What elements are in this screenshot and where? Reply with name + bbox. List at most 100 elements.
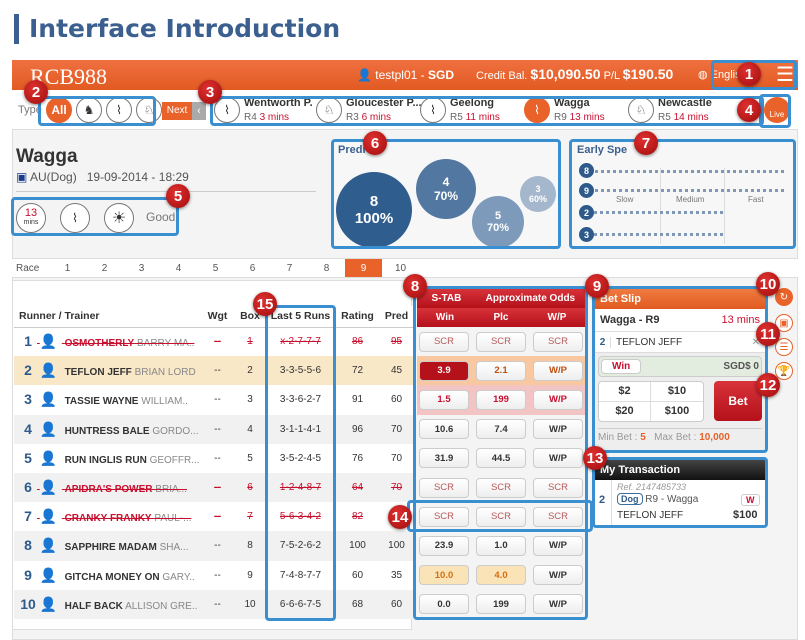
runners-table: Runner / Trainer Wgt Box Last 5 Runs Rating P… (14, 306, 414, 619)
callout-badge: 1 (737, 62, 761, 86)
highlight-box (759, 94, 791, 128)
wgt-cell: -- (214, 452, 221, 464)
wgt-cell: -- (200, 472, 235, 503)
credit-balance: Credit Bal. $10,090.50 P/L $190.50 (476, 66, 674, 82)
race-label: Race (16, 263, 40, 274)
box-cell: 1 (247, 336, 253, 348)
race-tab[interactable]: 8 (308, 259, 345, 277)
race-tab[interactable]: 4 (160, 259, 197, 277)
pred-cell: 60 (379, 589, 414, 619)
pred-cell: 35 (390, 569, 403, 581)
pred-cell: 70 (390, 452, 403, 464)
highlight-box (592, 286, 768, 453)
wgt-cell: -- (214, 511, 221, 523)
pred-cell: 95 (390, 336, 403, 348)
box-cell: 3 (247, 394, 253, 406)
rating-cell: 91 (351, 394, 364, 406)
wgt-cell: -- (214, 336, 221, 348)
next-button[interactable]: Next (162, 102, 192, 120)
highlight-box (413, 286, 588, 620)
box-cell: 9 (247, 569, 253, 581)
table-row[interactable]: 8 👤 SAPPHIRE MADAM SHA... -- 8 7-5-2-6-2 100… (14, 531, 414, 561)
top-header: RCB988 👤 testpl01 - SGD Credit Bal. $10,… (12, 60, 798, 90)
race-tabs: Race 1 2 3 4 5 6 7 8 9 10 (12, 258, 798, 278)
page-title: Interface Introduction (14, 14, 340, 44)
avatar-icon: 👤 (39, 566, 58, 583)
callout-badge: 3 (198, 80, 222, 104)
race-tab[interactable]: 3 (123, 259, 160, 277)
callout-badge: 8 (403, 274, 427, 298)
race-tab[interactable]: 1 (49, 259, 86, 277)
rating-cell: 100 (336, 531, 379, 561)
rating-cell: 86 (351, 336, 364, 348)
callout-badge: 15 (253, 292, 277, 316)
highlight-box (38, 96, 156, 126)
avatar-icon: 👤 (39, 479, 58, 496)
runner-cell: 9 👤 GITCHA MONEY ON GARY.. (24, 566, 195, 583)
avatar-icon: 👤 (39, 420, 58, 437)
table-row[interactable]: 5 👤 RUN INGLIS RUN GEOFFR... -- 5 3-5-2-4-5… (14, 444, 414, 473)
pred-cell: 70 (379, 414, 414, 444)
prev-arrow-icon[interactable]: ‹ (192, 102, 206, 120)
race-tab[interactable]: 2 (86, 259, 123, 277)
flag-icon: ▣ (16, 170, 31, 184)
avatar-icon: 👤 (39, 391, 58, 408)
rating-cell: 96 (336, 414, 379, 444)
wgt-cell: -- (214, 569, 221, 581)
table-row[interactable]: 10 👤 HALF BACK ALLISON GRE.. -- 10 6-6-6-7-… (14, 589, 414, 619)
highlight-box (407, 500, 593, 532)
rating-cell: 82 (351, 511, 364, 523)
box-cell: 10 (235, 589, 265, 619)
pred-cell: 70 (379, 472, 414, 503)
highlight-box (11, 197, 179, 236)
table-row[interactable]: 9 👤 GITCHA MONEY ON GARY.. -- 9 7-4-8-7-7 60… (14, 561, 414, 590)
box-cell: 2 (235, 356, 265, 386)
runner-cell: 2 👤 TEFLON JEFF BRIAN LORD (14, 356, 200, 386)
column-header[interactable]: Runner / Trainer (14, 306, 200, 328)
column-header[interactable]: Wgt (200, 306, 235, 328)
wgt-cell: -- (200, 589, 235, 619)
box-cell: 5 (247, 452, 253, 464)
table-row[interactable]: 6 👤 APIDRA'S POWER BRIA... -- 6 1-2-4-8-7 64… (14, 472, 414, 503)
rating-cell: 68 (336, 589, 379, 619)
table-row[interactable]: 7 👤 CRANKY FRANKY PAUL-... -- 7 5-6-3-4-2 82 (14, 502, 414, 531)
box-cell: 6 (235, 472, 265, 503)
column-header[interactable]: Rating (336, 306, 379, 328)
pred-cell: 45 (379, 356, 414, 386)
box-cell: 4 (235, 414, 265, 444)
table-row[interactable]: 1 👤 OSMOTHERLY BARRY MA.. -- 1 x-2-7-7-7 86 9… (14, 327, 414, 356)
callout-badge: 6 (363, 131, 387, 155)
race-tab[interactable]: 9 (345, 259, 382, 277)
runner-cell: 4 👤 HUNTRESS BALE GORDO... (14, 414, 200, 444)
box-cell: 7 (247, 511, 253, 523)
wgt-cell: -- (214, 394, 221, 406)
avatar-icon: 👤 (39, 333, 58, 350)
pred-cell: 60 (390, 394, 403, 406)
runner-cell: 7 👤 CRANKY FRANKY PAUL-... (24, 508, 192, 525)
highlight-box (265, 305, 336, 621)
runner-cell: 10 👤 HALF BACK ALLISON GRE.. (14, 589, 200, 619)
column-header[interactable]: Pred (379, 306, 414, 328)
runner-cell: 6 👤 APIDRA'S POWER BRIA... (14, 472, 200, 503)
avatar-icon: 👤 (39, 595, 58, 612)
race-tab[interactable]: 6 (234, 259, 271, 277)
callout-badge: 14 (388, 505, 412, 529)
globe-icon: ◍ (698, 69, 711, 81)
avatar-icon: 👤 (39, 537, 58, 554)
user-icon: 👤 (357, 68, 376, 82)
highlight-box (210, 96, 764, 126)
avatar-icon: 👤 (39, 362, 58, 379)
wgt-cell: -- (200, 531, 235, 561)
table-row[interactable]: 2 👤 TEFLON JEFF BRIAN LORD -- 2 3-3-5-5-6 72… (14, 356, 414, 386)
race-tab[interactable]: 5 (197, 259, 234, 277)
callout-badge: 5 (166, 184, 190, 208)
table-row[interactable]: 3 👤 TASSIE WAYNE WILLIAM.. -- 3 3-3-6-2-7 91… (14, 385, 414, 414)
user-info: 👤 testpl01 - SGD (357, 68, 454, 82)
callout-badge: 10 (756, 272, 780, 296)
highlight-box (569, 139, 796, 249)
race-tab[interactable]: 7 (271, 259, 308, 277)
runner-cell: 5 👤 RUN INGLIS RUN GEOFFR... (24, 449, 200, 466)
callout-badge: 9 (585, 274, 609, 298)
runner-cell: 1 👤 OSMOTHERLY BARRY MA.. (24, 333, 195, 350)
table-row[interactable]: 4 👤 HUNTRESS BALE GORDO... -- 4 3-1-1-4-1 96… (14, 414, 414, 444)
